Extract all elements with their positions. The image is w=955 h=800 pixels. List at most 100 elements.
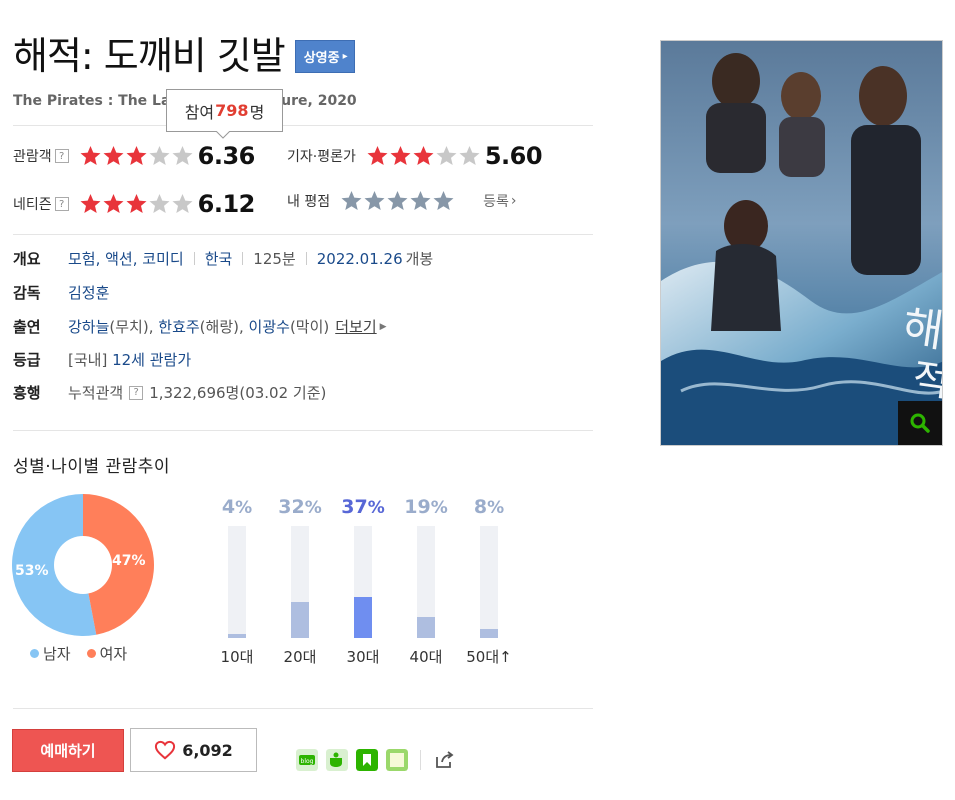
rating-critic-score: 5.60 xyxy=(484,142,543,170)
cast-link[interactable]: 이광수 xyxy=(249,316,290,337)
title-row: 해적: 도깨비 깃발 상영중 ▸ xyxy=(13,34,355,78)
star-icon xyxy=(149,146,170,165)
legend-dot xyxy=(30,649,39,658)
info-cast-label: 출연 xyxy=(13,318,41,336)
age-label: 10대 xyxy=(220,648,254,666)
star-icon xyxy=(367,146,388,165)
cast-role: (막이) xyxy=(289,318,330,336)
participation-tooltip: 참여 798 명 xyxy=(166,89,283,132)
star-icon xyxy=(436,146,457,165)
country-link[interactable]: 한국 xyxy=(205,248,233,269)
rating-critic-label: 기자·평론가 xyxy=(287,149,356,165)
register-rating-link[interactable]: 등록 › xyxy=(483,191,516,211)
age-column: 32% 20대 xyxy=(268,496,332,671)
cast-link[interactable]: 한효주 xyxy=(158,316,199,337)
star-icon xyxy=(80,194,101,213)
book-button[interactable]: 예매하기 xyxy=(12,729,124,772)
age-bar-track xyxy=(417,526,435,638)
rating-audience: 관람객? 6.36 xyxy=(13,142,255,170)
age-percent: 37% xyxy=(341,496,385,518)
star-icon[interactable] xyxy=(386,190,409,212)
tooltip-prefix: 참여 xyxy=(184,102,215,122)
age-rating-link[interactable]: 12세 관람가 xyxy=(112,349,191,370)
age-percent: 8% xyxy=(473,496,505,518)
star-icon xyxy=(390,146,411,165)
heart-icon xyxy=(155,740,176,760)
chevron-right-icon: ▸ xyxy=(342,50,348,62)
like-button[interactable]: 6,092 xyxy=(130,728,257,772)
star-icon xyxy=(413,146,434,165)
star-icon[interactable] xyxy=(363,190,386,212)
age-percent: 19% xyxy=(404,496,448,518)
rating-audience-stars xyxy=(79,145,194,167)
blog-share-icon[interactable]: blog xyxy=(296,749,318,771)
tooltip-count: 798 xyxy=(215,101,249,120)
age-bar xyxy=(228,634,246,638)
pie-hole xyxy=(54,536,112,594)
star-icon[interactable] xyxy=(340,190,363,212)
boxoffice-prefix: 누적관객 xyxy=(68,384,124,402)
divider xyxy=(13,708,593,709)
chevron-right-icon: › xyxy=(510,193,517,209)
age-label: 20대 xyxy=(283,648,317,666)
svg-text:blog: blog xyxy=(301,758,314,765)
age-bar xyxy=(417,617,435,638)
help-icon[interactable]: ? xyxy=(129,385,144,400)
age-bar xyxy=(480,629,498,638)
star-icon xyxy=(126,146,147,165)
help-icon[interactable]: ? xyxy=(54,149,69,163)
divider xyxy=(13,234,593,235)
age-percent: 32% xyxy=(278,496,322,518)
rating-critic: 기자·평론가 5.60 xyxy=(287,142,543,170)
magnifier-icon xyxy=(910,413,930,433)
triangle-right-icon: ▶ xyxy=(379,321,387,332)
poster-image: 해 적 xyxy=(661,41,943,445)
star-icon xyxy=(80,146,101,165)
memo-share-icon[interactable] xyxy=(386,749,408,771)
age-percent: 4% xyxy=(221,496,253,518)
movie-poster[interactable]: 해 적 xyxy=(660,40,943,446)
star-icon xyxy=(172,146,193,165)
svg-text:해: 해 xyxy=(899,301,943,357)
tooltip-arrow xyxy=(216,131,230,139)
pie-label-female: 47% xyxy=(112,553,146,569)
bookmark-share-icon[interactable] xyxy=(356,749,378,771)
age-bar-track xyxy=(354,526,372,638)
rating-netizen-label: 네티즌 xyxy=(13,197,52,213)
pie-label-male: 53% xyxy=(15,563,49,579)
release-date-link[interactable]: 2022.01.26 xyxy=(317,250,403,268)
help-icon[interactable]: ? xyxy=(54,197,69,211)
separator xyxy=(305,252,307,265)
star-icon xyxy=(459,146,480,165)
age-column: 19% 40대 xyxy=(394,496,458,671)
star-icon xyxy=(149,194,170,213)
rating-mine-stars[interactable] xyxy=(340,190,455,212)
divider xyxy=(13,430,593,431)
rating-prefix: [국내] xyxy=(68,351,108,369)
star-icon[interactable] xyxy=(432,190,455,212)
cast-more-link[interactable]: 더보기 xyxy=(335,316,376,337)
info-overview-label: 개요 xyxy=(13,250,41,268)
genres-link[interactable]: 모험, 액션, 코미디 xyxy=(68,248,184,269)
poster-zoom-button[interactable] xyxy=(898,401,942,445)
star-icon[interactable] xyxy=(409,190,432,212)
rating-mine-label: 내 평점 xyxy=(287,194,331,210)
cafe-share-icon[interactable] xyxy=(326,749,348,771)
gender-legend: 남자 여자 xyxy=(30,643,127,664)
rating-netizen: 네티즌? 6.12 xyxy=(13,190,255,218)
star-icon xyxy=(126,194,147,213)
separator xyxy=(242,252,244,265)
info-cast: 출연 강하늘 (무치), 한효주 (해랑), 이광수 (막이) 더보기 ▶ xyxy=(13,316,387,337)
age-bar xyxy=(291,602,309,638)
rating-audience-score: 6.36 xyxy=(197,142,256,170)
info-rating-label: 등급 xyxy=(13,351,41,369)
status-badge[interactable]: 상영중 ▸ xyxy=(294,39,355,73)
star-icon xyxy=(103,194,124,213)
cast-link[interactable]: 강하늘 xyxy=(68,316,109,337)
director-link[interactable]: 김정훈 xyxy=(68,282,109,303)
share-icons: blog xyxy=(296,749,455,771)
share-icon[interactable] xyxy=(433,749,455,771)
boxoffice-value: 1,322,696명(03.02 기준) xyxy=(149,384,327,402)
age-label: 40대 xyxy=(409,648,443,666)
release-suffix: 개봉 xyxy=(405,250,434,268)
